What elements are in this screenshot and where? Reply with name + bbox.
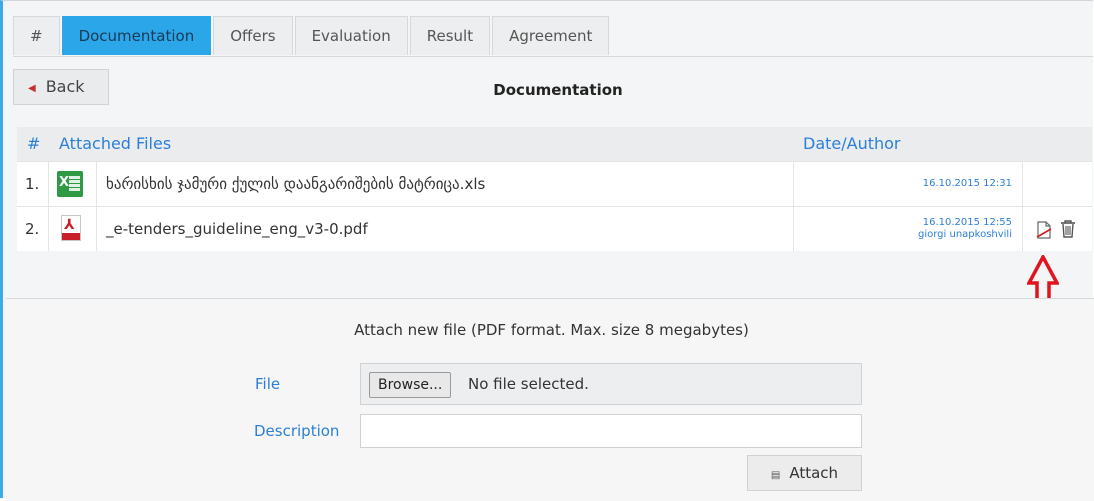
file-label: File (255, 375, 281, 393)
column-header-files: Attached Files (59, 134, 172, 153)
file-input[interactable]: Browse... No file selected. (360, 363, 862, 405)
column-header-number: # (27, 134, 41, 153)
description-input[interactable] (360, 414, 862, 448)
attach-button-label: Attach (789, 464, 839, 482)
file-date: 16.10.2015 12:31 (922, 178, 1012, 189)
browse-button[interactable]: Browse... (369, 372, 452, 398)
description-label: Description (254, 422, 340, 440)
pdf-icon: ⅄ (61, 215, 81, 241)
no-file-selected-text: No file selected. (468, 375, 589, 393)
file-author: giorgi unapkoshvili (918, 229, 1012, 240)
trash-icon[interactable] (1059, 219, 1077, 239)
excel-icon: X (57, 171, 83, 197)
attach-button[interactable]: ▤ Attach (747, 455, 862, 491)
caret-left-icon: ◀ (28, 83, 36, 94)
row-number: 1. (17, 162, 49, 206)
tab-agreement[interactable]: Agreement (492, 16, 610, 55)
edit-pdf-icon[interactable] (1034, 220, 1054, 240)
back-button-label: Back (45, 77, 85, 96)
file-date: 16.10.2015 12:55 (922, 217, 1012, 228)
column-header-date-author: Date/Author (803, 134, 901, 153)
page-title: Documentation (493, 81, 623, 99)
page-frame: # Documentation Offers Evaluation Result… (0, 0, 1094, 501)
file-icon: ▤ (770, 470, 781, 481)
row-number: 2. (17, 207, 49, 251)
tab-result[interactable]: Result (409, 16, 491, 55)
tab-offers[interactable]: Offers (213, 16, 293, 55)
file-type-cell: X (49, 162, 97, 206)
attach-title: Attach new file (PDF format. Max. size 8… (354, 321, 749, 339)
back-button[interactable]: ◀ Back (13, 69, 109, 105)
table-row: 1. X ხარისხის ჯამური ქულის დაანგარიშების… (17, 161, 1092, 206)
date-author-cell: 16.10.2015 12:31 (794, 162, 1023, 206)
file-type-cell: ⅄ (49, 207, 97, 251)
tab-documentation[interactable]: Documentation (61, 16, 212, 55)
tab-divider (13, 56, 1093, 57)
actions-cell (1023, 162, 1092, 206)
tab-number[interactable]: # (13, 16, 60, 55)
date-author-cell: 16.10.2015 12:55 giorgi unapkoshvili (794, 207, 1023, 251)
file-name-link[interactable]: _e-tenders_guideline_eng_v3-0.pdf (97, 207, 794, 251)
tab-bar: # Documentation Offers Evaluation Result… (13, 16, 611, 56)
attach-file-panel: Attach new file (PDF format. Max. size 8… (6, 298, 1094, 501)
table-header: # Attached Files Date/Author (17, 127, 1092, 161)
tab-evaluation[interactable]: Evaluation (294, 16, 408, 55)
table-row: 2. ⅄ _e-tenders_guideline_eng_v3-0.pdf 1… (17, 206, 1092, 251)
attached-files-table: # Attached Files Date/Author 1. X ხარისხ… (17, 127, 1092, 251)
actions-cell (1023, 207, 1092, 251)
file-name-link[interactable]: ხარისხის ჯამური ქულის დაანგარიშების მატრ… (97, 162, 794, 206)
